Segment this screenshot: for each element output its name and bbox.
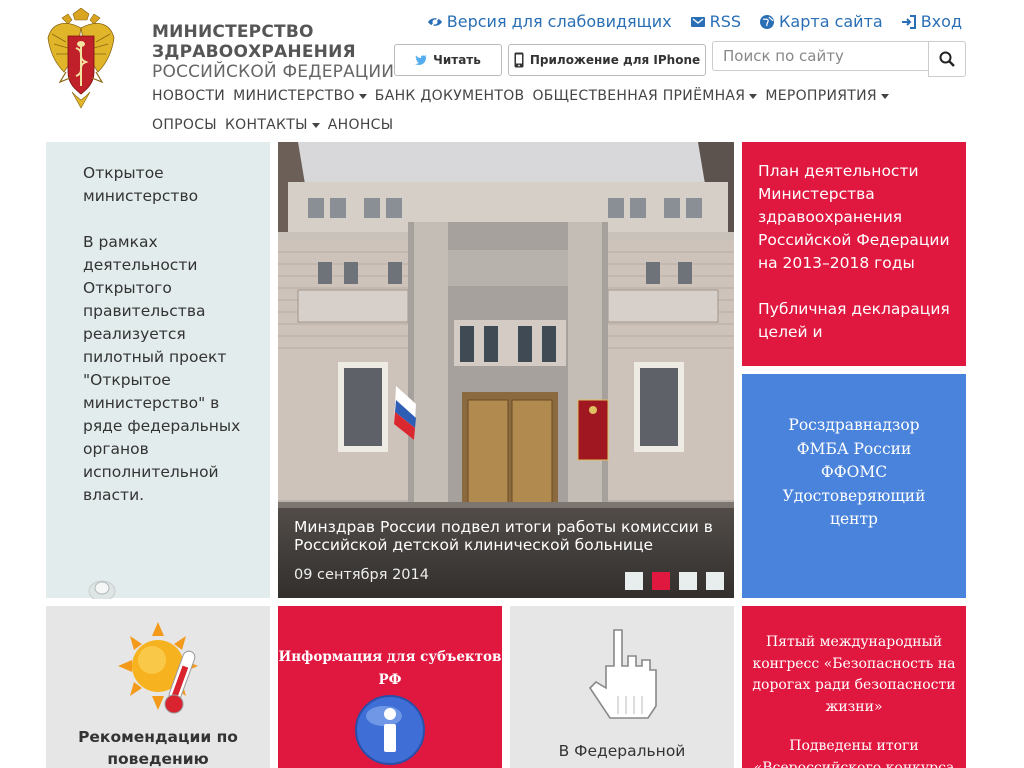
agency-link-ffoms[interactable]: ФФОМС	[742, 461, 966, 485]
nav-news[interactable]: НОВОСТИ	[152, 88, 225, 104]
nav-reception-label: ОБЩЕСТВЕННАЯ ПРИЁМНАЯ	[532, 88, 746, 104]
contest-text[interactable]: Подведены итоги «Всероссийского конкурса	[752, 736, 956, 768]
congress-tile[interactable]: Пятый международный конгресс «Безопаснос…	[742, 606, 966, 768]
brand-line-3: РОССИЙСКОЙ ФЕДЕРАЦИИ	[152, 62, 395, 82]
agency-link-roszdravnadzor[interactable]: Росздравнадзор	[742, 414, 966, 438]
nav-ministry-label: МИНИСТЕРСТВО	[233, 88, 355, 104]
declaration-link[interactable]: Публичная декларация целей и	[758, 298, 950, 344]
nav-contacts-label: КОНТАКТЫ	[224, 117, 308, 133]
main-nav-row-1: НОВОСТИ МИНИСТЕРСТВО БАНК ДОКУМЕНТОВ ОБЩ…	[152, 88, 889, 104]
rss-icon	[690, 16, 705, 27]
chevron-down-icon	[358, 93, 367, 99]
search-input[interactable]	[712, 41, 928, 71]
search-form	[712, 41, 966, 77]
nav-documents[interactable]: БАНК ДОКУМЕНТОВ	[375, 88, 525, 104]
coat-of-arms-icon[interactable]	[46, 7, 116, 110]
federal-title: В Федеральной	[558, 742, 686, 760]
federal-tile[interactable]: В Федеральной	[510, 606, 734, 768]
nav-news-label: НОВОСТИ	[152, 88, 226, 104]
nav-reception[interactable]: ОБЩЕСТВЕННАЯ ПРИЁМНАЯ	[532, 88, 758, 104]
slider-dot-2[interactable]	[652, 572, 670, 590]
sitemap-link-label: Карта сайта	[779, 12, 883, 31]
open-ministry-text: В рамках деятельности Открытого правител…	[83, 233, 241, 504]
globe-icon	[760, 14, 775, 29]
scroll-knob-icon[interactable]	[88, 577, 116, 603]
chevron-down-icon	[880, 93, 889, 99]
nav-ministry[interactable]: МИНИСТЕРСТВО	[233, 88, 367, 104]
brand-line-1: МИНИСТЕРСТВО	[152, 22, 314, 42]
recommendations-tile[interactable]: Рекомендации по поведению	[46, 606, 270, 768]
sitemap-link[interactable]: Карта сайта	[759, 12, 883, 31]
pointer-hand-icon	[588, 629, 657, 719]
open-ministry-tile[interactable]: Открытое министерство В рамках деятельно…	[46, 142, 270, 598]
nav-polls[interactable]: ОПРОСЫ	[152, 117, 217, 133]
accessibility-link-label: Версия для слабовидящих	[446, 12, 672, 31]
main-nav-row-2: ОПРОСЫ КОНТАКТЫ АНОНСЫ	[152, 117, 393, 133]
search-button[interactable]	[928, 41, 966, 77]
open-ministry-title: Открытое министерство	[83, 164, 199, 205]
regions-info-tile[interactable]: Информация для субъектов РФ	[278, 606, 502, 768]
nav-polls-label: ОПРОСЫ	[152, 117, 217, 133]
sun-thermometer-icon	[118, 622, 198, 714]
slider-dot-4[interactable]	[706, 572, 724, 590]
eye-icon	[427, 15, 442, 28]
plan-link[interactable]: План деятельности Министерства здравоохр…	[758, 160, 950, 275]
nav-announcements[interactable]: АНОНСЫ	[328, 117, 394, 133]
phone-icon	[514, 52, 524, 68]
info-icon	[355, 695, 425, 765]
slider-dot-3[interactable]	[679, 572, 697, 590]
read-button-label: Читать	[433, 53, 481, 67]
top-links: Версия для слабовидящих RSS Карта сайта …	[427, 12, 962, 31]
login-link[interactable]: Вход	[901, 12, 962, 31]
nav-contacts[interactable]: КОНТАКТЫ	[225, 117, 320, 133]
slider-caption-date: 09 сентября 2014	[294, 567, 429, 583]
chevron-down-icon	[311, 122, 320, 128]
read-button[interactable]: Читать	[394, 44, 502, 76]
agency-link-cert-center-1[interactable]: Удостоверяющий	[742, 485, 966, 509]
rss-link-label: RSS	[709, 12, 742, 31]
slider-caption-title[interactable]: Минздрав России подвел итоги работы коми…	[294, 518, 724, 554]
twitter-icon	[415, 55, 428, 65]
regions-info-title: Информация для субъектов РФ	[278, 649, 502, 688]
login-icon	[901, 14, 916, 29]
accessibility-link[interactable]: Версия для слабовидящих	[427, 12, 672, 31]
iphone-app-button[interactable]: Приложение для IPhone	[508, 44, 706, 76]
chevron-down-icon	[749, 93, 758, 99]
iphone-app-button-label: Приложение для IPhone	[529, 53, 701, 67]
congress-text[interactable]: Пятый международный конгресс «Безопаснос…	[752, 632, 956, 718]
nav-events-label: МЕРОПРИЯТИЯ	[765, 88, 877, 104]
rss-link[interactable]: RSS	[690, 12, 741, 31]
agencies-tile: Росздравнадзор ФМБА России ФФОМС Удостов…	[742, 374, 966, 598]
search-icon	[939, 51, 955, 67]
nav-documents-label: БАНК ДОКУМЕНТОВ	[374, 88, 525, 104]
brand-title[interactable]: МИНИСТЕРСТВО ЗДРАВООХРАНЕНИЯ РОССИЙСКОЙ …	[152, 22, 412, 82]
agency-link-cert-center-2[interactable]: центр	[742, 508, 966, 532]
recommendations-title: Рекомендации по поведению	[78, 728, 238, 768]
brand-line-2: ЗДРАВООХРАНЕНИЯ	[152, 42, 356, 62]
nav-events[interactable]: МЕРОПРИЯТИЯ	[765, 88, 889, 104]
login-link-label: Вход	[920, 12, 962, 31]
agency-link-fmba[interactable]: ФМБА России	[742, 438, 966, 462]
nav-announcements-label: АНОНСЫ	[327, 117, 394, 133]
slider-dot-1[interactable]	[625, 572, 643, 590]
plan-tile[interactable]: План деятельности Министерства здравоохр…	[742, 142, 966, 366]
